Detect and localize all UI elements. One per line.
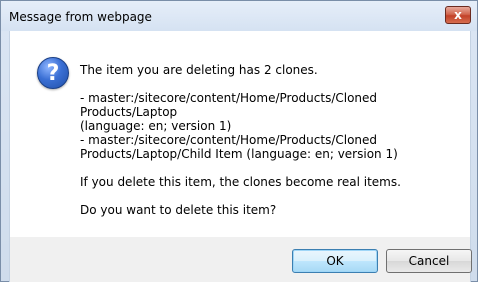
ok-button[interactable]: OK xyxy=(292,249,378,273)
button-bar: OK Cancel xyxy=(9,237,472,282)
message-text: The item you are deleting has 2 clones. … xyxy=(80,63,462,217)
message-content: ? The item you are deleting has 2 clones… xyxy=(9,31,471,237)
clone-path-2: - master:/sitecore/content/Home/Products… xyxy=(80,133,378,147)
cancel-button[interactable]: Cancel xyxy=(386,249,472,273)
confirm-question: Do you want to delete this item? xyxy=(80,203,277,217)
warning-text: If you delete this item, the clones beco… xyxy=(80,175,401,189)
question-icon: ? xyxy=(37,57,69,89)
window-title: Message from webpage xyxy=(9,10,152,24)
close-icon: x xyxy=(454,8,462,22)
message-dialog: Message from webpage x ? The item you ar… xyxy=(0,0,478,282)
clone-path-2-details: Products/Laptop/Child Item (language: en… xyxy=(80,147,398,161)
message-headline: The item you are deleting has 2 clones. xyxy=(80,63,318,77)
clone-path-1: - master:/sitecore/content/Home/Products… xyxy=(80,91,378,119)
close-button[interactable]: x xyxy=(445,6,471,24)
clone-path-1-details: (language: en; version 1) xyxy=(80,119,232,133)
title-bar[interactable]: Message from webpage x xyxy=(1,1,477,31)
